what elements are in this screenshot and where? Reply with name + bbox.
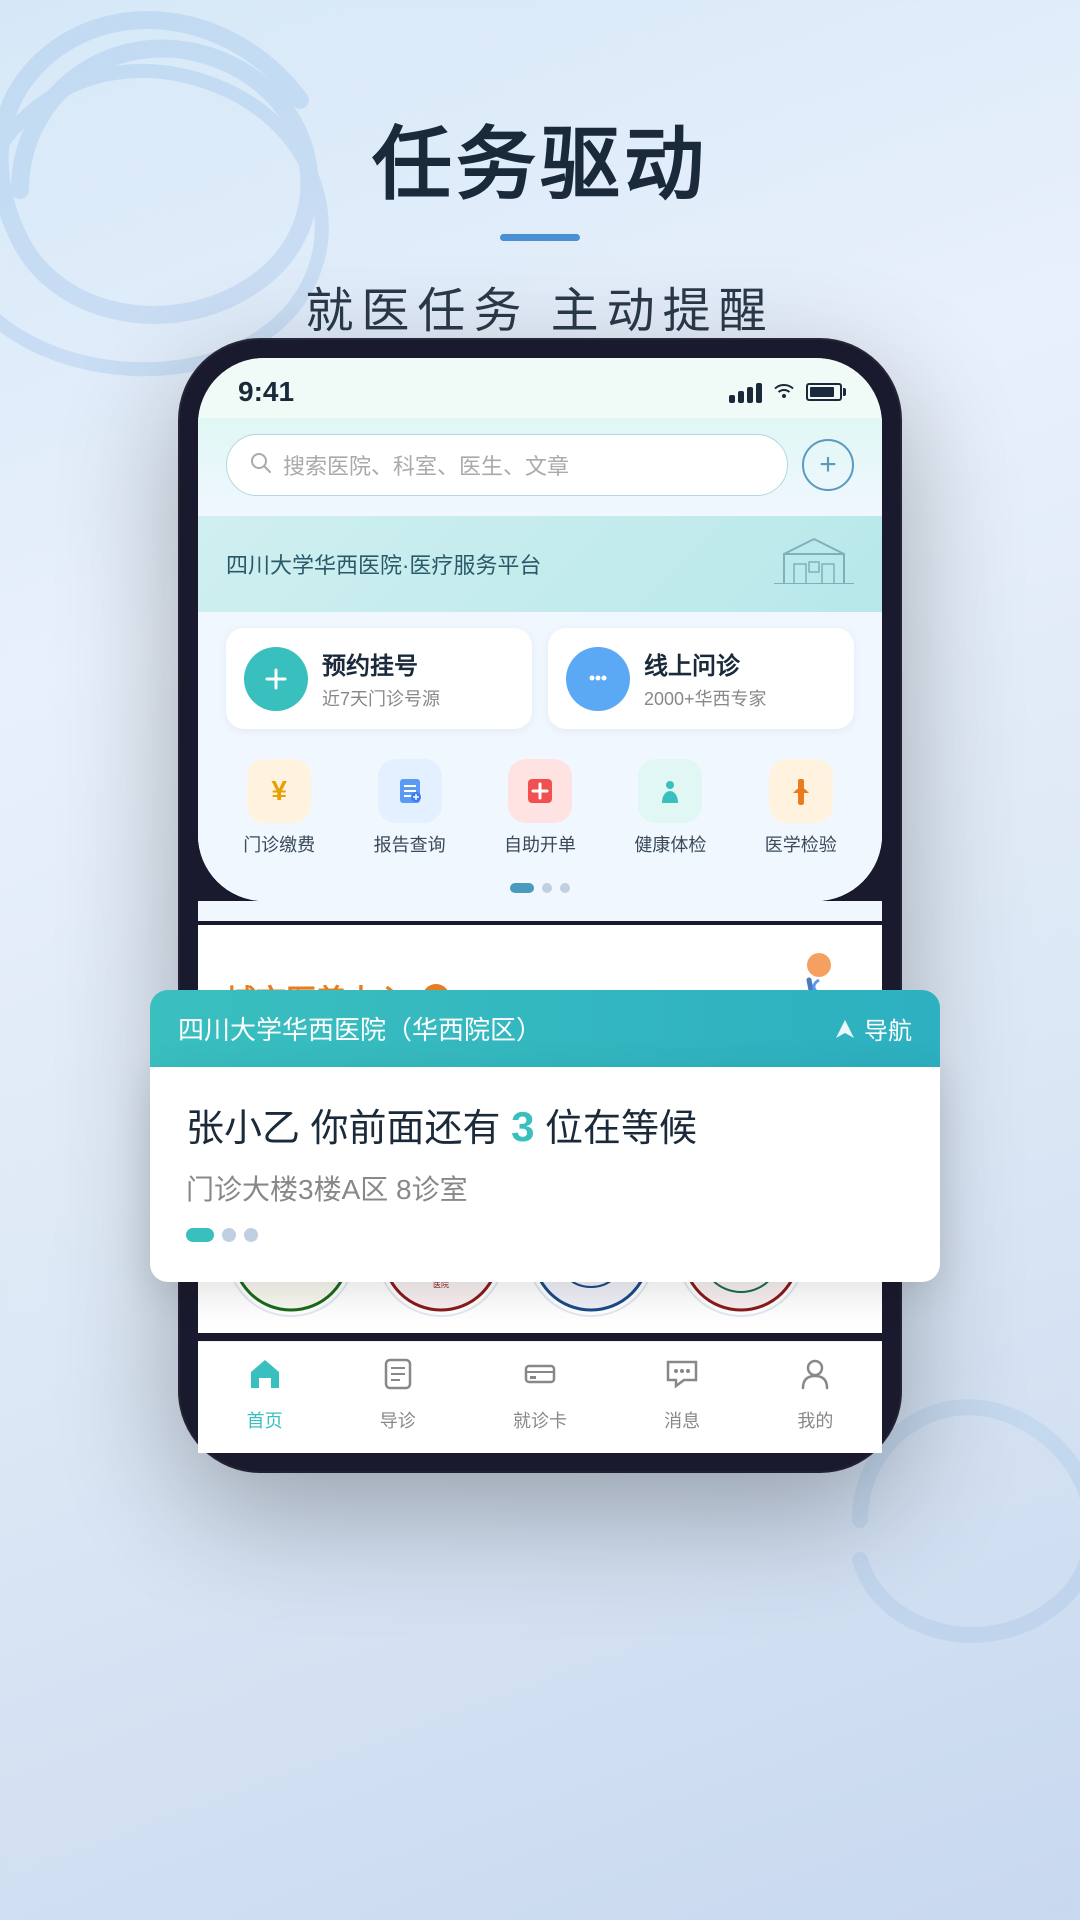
quick-icon-pay[interactable]: ¥ 门诊缴费 [243, 759, 315, 857]
status-icons [729, 380, 842, 404]
guide-icon [380, 1356, 416, 1401]
message-icon [664, 1356, 700, 1401]
building-icon [774, 534, 854, 594]
status-time: 9:41 [238, 376, 294, 408]
wifi-icon [772, 380, 796, 404]
report-icon [378, 759, 442, 823]
health-check-icon [638, 759, 702, 823]
app-content: 搜索医院、科室、医生、文章 + 四川大学华西医院·医疗服务平台 [198, 418, 882, 901]
medical-test-icon [769, 759, 833, 823]
signal-icon [729, 381, 762, 403]
task-hospital-name: 四川大学华西医院（华西院区） [178, 1010, 542, 1047]
nav-item-guide[interactable]: 导诊 [380, 1356, 416, 1433]
pagination-dots [198, 875, 882, 901]
quick-icon-medical-test[interactable]: 医学检验 [765, 759, 837, 857]
quick-icon-report[interactable]: 报告查询 [374, 759, 446, 857]
service-cards: 预约挂号 近7天门诊号源 线上问诊 2000+华西专家 [198, 612, 882, 745]
hospital-banner-name: 四川大学华西医院·医疗服务平台 [226, 548, 541, 580]
service-card-appointment[interactable]: 预约挂号 近7天门诊号源 [226, 628, 532, 729]
appointment-text: 预约挂号 近7天门诊号源 [322, 646, 440, 711]
search-icon [249, 451, 273, 480]
task-card-header: 四川大学华西医院（华西院区） 导航 [150, 990, 940, 1067]
nav-item-home[interactable]: 首页 [247, 1356, 283, 1433]
search-plus-button[interactable]: + [802, 439, 854, 491]
task-waiting-text: 张小乙 你前面还有 3 位在等候 [186, 1097, 904, 1152]
task-pagination [186, 1228, 904, 1242]
consult-icon [566, 647, 630, 711]
quick-icon-health-check[interactable]: 健康体检 [634, 759, 706, 857]
page-header: 任务驱动 就医任务 主动提醒 [0, 0, 1080, 341]
hospital-banner: 四川大学华西医院·医疗服务平台 [198, 516, 882, 612]
nav-item-mine[interactable]: 我的 [797, 1356, 833, 1433]
page-subtitle: 就医任务 主动提醒 [0, 271, 1080, 341]
prescription-icon [508, 759, 572, 823]
phone-inner: 9:41 [198, 358, 882, 901]
appointment-icon [244, 647, 308, 711]
dot-3 [560, 883, 570, 893]
task-card-body: 张小乙 你前面还有 3 位在等候 门诊大楼3楼A区 8诊室 [150, 1067, 940, 1282]
search-bar[interactable]: 搜索医院、科室、医生、文章 [226, 434, 788, 496]
bottom-nav: 首页 导诊 就诊卡 消 [198, 1341, 882, 1453]
pay-icon: ¥ [247, 759, 311, 823]
search-area: 搜索医院、科室、医生、文章 + [198, 418, 882, 516]
page-title-divider [500, 234, 580, 241]
search-placeholder: 搜索医院、科室、医生、文章 [283, 449, 569, 481]
plus-icon: + [819, 448, 837, 482]
quick-icon-prescription[interactable]: 自助开单 [504, 759, 576, 857]
page-title-main: 任务驱动 [0, 100, 1080, 216]
task-nav-button[interactable]: 导航 [834, 1011, 912, 1046]
dot-2 [542, 883, 552, 893]
phone-mockup: 9:41 [180, 340, 900, 1471]
task-location: 门诊大楼3楼A区 8诊室 [186, 1168, 904, 1208]
home-icon [247, 1356, 283, 1401]
service-card-consult[interactable]: 线上问诊 2000+华西专家 [548, 628, 854, 729]
consult-text: 线上问诊 2000+华西专家 [644, 646, 767, 711]
card-icon [522, 1356, 558, 1401]
task-card: 四川大学华西医院（华西院区） 导航 张小乙 你前面还有 3 位在等候 门诊大楼3… [150, 990, 940, 1282]
nav-item-card[interactable]: 就诊卡 [513, 1356, 567, 1433]
phone-shell: 9:41 [180, 340, 900, 1471]
status-bar: 9:41 [198, 358, 882, 418]
nav-item-message[interactable]: 消息 [664, 1356, 700, 1433]
mine-icon [797, 1356, 833, 1401]
battery-icon [806, 383, 842, 401]
dot-1 [510, 883, 534, 893]
quick-icons: ¥ 门诊缴费 报告查询 自助开单 [198, 745, 882, 875]
